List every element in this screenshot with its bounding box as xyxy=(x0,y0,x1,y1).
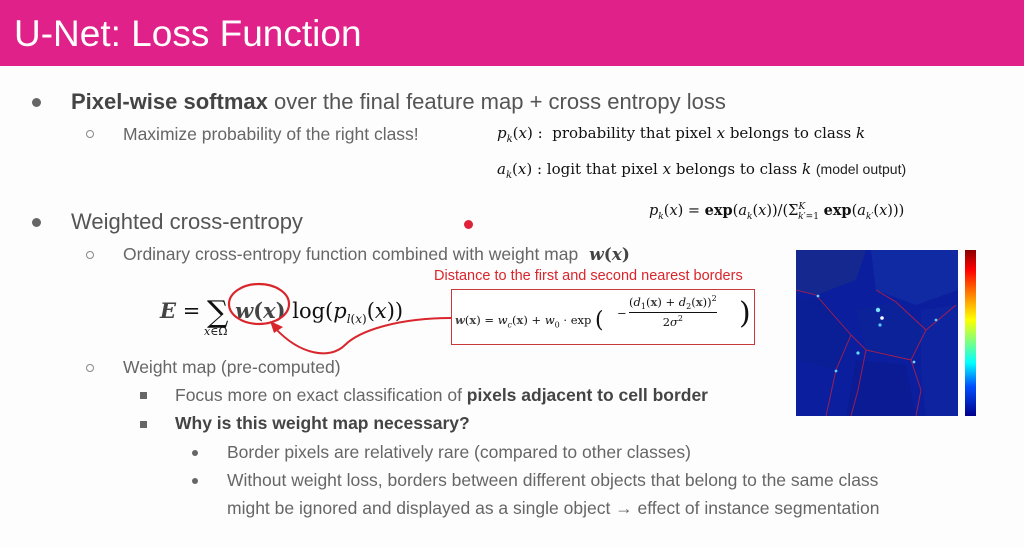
ak-text2: belongs to class xyxy=(675,160,798,178)
loss-sum-index: x∈Ω xyxy=(204,325,228,338)
sub-bullet-marker xyxy=(86,130,94,138)
heatmap-cell xyxy=(921,305,958,416)
item-why-weight-map: Why is this weight map necessary? xyxy=(175,413,470,434)
weight-map-formula-box: w(x) = wc(x) + w0 · exp ( − (d1(x) + d2(… xyxy=(451,289,755,345)
title-bar: U-Net: Loss Function xyxy=(0,0,1024,66)
hotspot xyxy=(880,316,884,320)
detail-without-weight-line1: Without weight loss, borders between dif… xyxy=(227,470,879,490)
weight-map-formula: w(x) = wc(x) + w0 · exp ( xyxy=(455,308,604,333)
sub-bullet-maximize: Maximize probability of the right class! xyxy=(123,124,419,144)
bullet-weighted-cross-entropy: Weighted cross-entropy xyxy=(71,209,303,234)
border-distance-caption: Distance to the first and second nearest… xyxy=(434,268,743,284)
weight-map-heatmap xyxy=(796,250,958,416)
ak-note: (model output) xyxy=(815,161,907,177)
laser-pointer-dot xyxy=(464,220,473,229)
item-focus-border: Focus more on exact classification of pi… xyxy=(175,385,708,406)
bullet-bold-text: Pixel-wise softmax xyxy=(71,89,268,114)
detail-bullet-marker xyxy=(192,450,198,456)
slide-title: U-Net: Loss Function xyxy=(14,13,362,54)
sub-bullet-marker xyxy=(86,251,94,259)
why-weight-map-bold: Why is this weight map necessary? xyxy=(175,413,470,433)
hotspot xyxy=(934,318,938,322)
pk-text: probability that pixel xyxy=(552,124,712,142)
ordinary-ce-text: Ordinary cross-entropy function combined… xyxy=(123,244,579,264)
ak-definition: ak(x) : logit that pixel x belongs to cl… xyxy=(497,160,907,181)
square-bullet-marker xyxy=(140,421,147,428)
focus-border-text: Focus more on exact classification of xyxy=(175,385,467,405)
hotspot xyxy=(856,351,860,355)
bullet-pixel-wise-softmax: Pixel-wise softmax over the final featur… xyxy=(71,89,726,115)
square-bullet-marker xyxy=(140,392,147,399)
detail-border-pixels: Border pixels are relatively rare (compa… xyxy=(227,442,691,462)
detail-without-weight-line2: might be ignored and displayed as a sing… xyxy=(227,498,880,518)
hotspot xyxy=(816,294,820,298)
ak-text: logit that pixel xyxy=(546,160,658,178)
softmax-formula: pk(x) = exp(ak(x))/(ΣKk′=1 exp(ak′(x))) xyxy=(649,202,905,222)
bullet-marker xyxy=(32,98,41,107)
heatmap-cell xyxy=(846,360,916,416)
bullet-rest-text: over the final feature map + cross entro… xyxy=(267,89,726,114)
sub-bullet-marker xyxy=(86,364,94,372)
heatmap-colorbar xyxy=(965,250,976,416)
weight-map-paren: ) xyxy=(739,296,751,331)
sub-bullet-ordinary-ce: Ordinary cross-entropy function combined… xyxy=(123,244,630,265)
hotspot xyxy=(875,307,881,313)
loss-equation: E = ∑ w(x) log(pl(x)(x)) xyxy=(160,295,404,330)
detail-bullet-marker xyxy=(192,478,198,484)
hotspot xyxy=(912,360,916,364)
focus-border-bold: pixels adjacent to cell border xyxy=(466,385,708,405)
sub-bullet-weight-map: Weight map (pre-computed) xyxy=(123,357,341,377)
pk-definition: pk(x) : probability that pixel x belongs… xyxy=(497,124,866,145)
weight-map-fraction: − (d1(x) + d2(x))2 2σ2 xyxy=(617,294,717,329)
bullet-marker xyxy=(32,218,41,227)
hotspot xyxy=(834,369,838,373)
hotspot xyxy=(878,323,882,327)
pk-text2: belongs to class xyxy=(729,124,852,142)
